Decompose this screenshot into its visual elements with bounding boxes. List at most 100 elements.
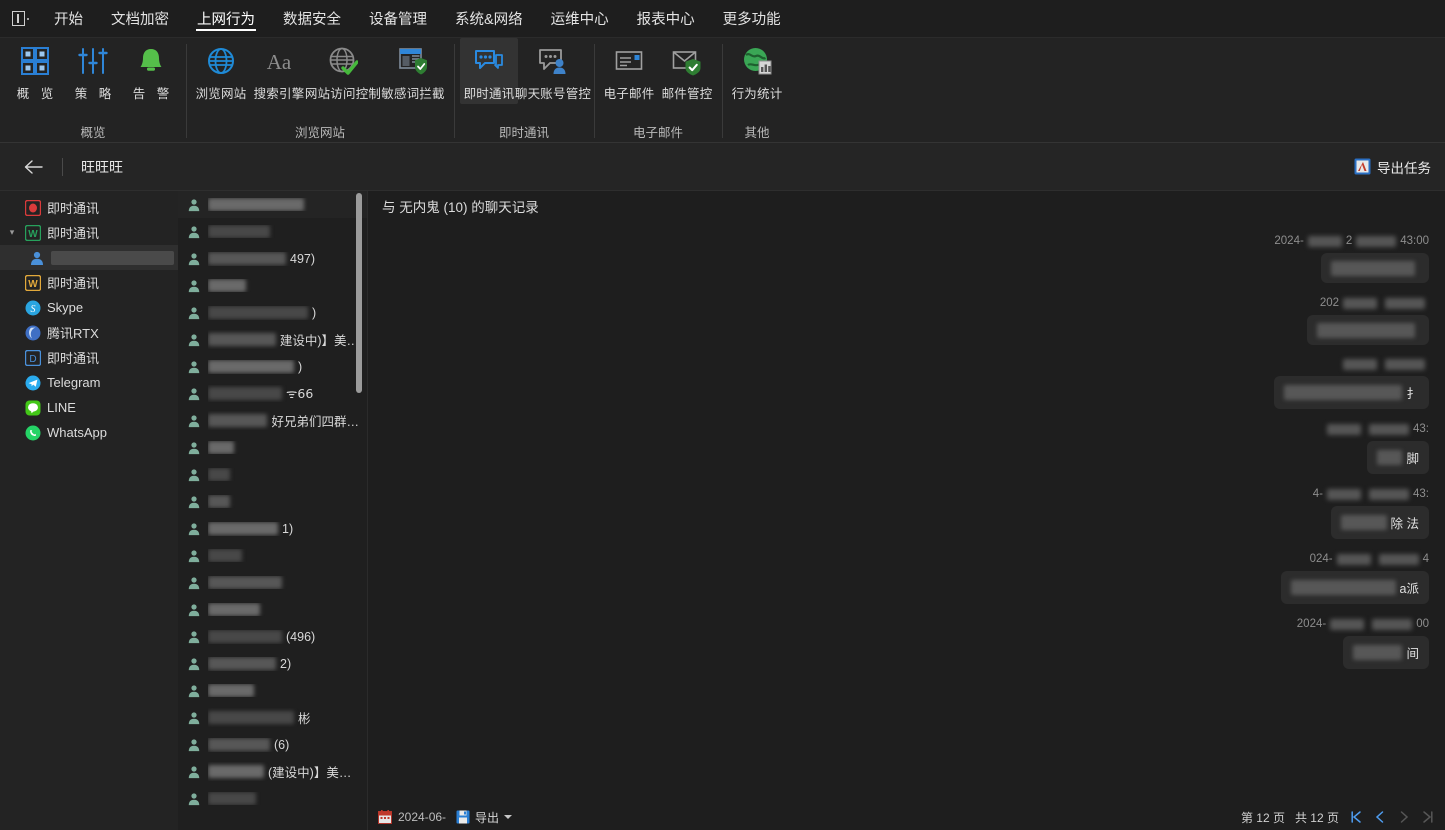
contact-list-item[interactable] — [178, 191, 367, 218]
tree-item-icon-wrap — [28, 249, 45, 266]
contact-list-item[interactable]: ᯤ𝟨𝟨 — [178, 380, 367, 407]
contact-list-item[interactable] — [178, 461, 367, 488]
tree-item-9[interactable]: WhatsApp — [0, 420, 178, 445]
chevron-down-icon[interactable]: ▾ — [6, 227, 18, 238]
contact-list-item[interactable]: ) — [178, 353, 367, 380]
wechat-icon: W — [24, 274, 41, 291]
chat-record-title: 与 无内鬼 (10) 的聊天记录 — [382, 200, 539, 215]
export-button[interactable]: 导出 — [456, 809, 513, 826]
tree-item-icon-wrap: D — [24, 349, 41, 366]
chat-message-text: 除 法 — [1390, 517, 1419, 531]
timestamp-redacted — [1369, 423, 1409, 435]
contact-list-item[interactable]: 好兄弟们四群… — [178, 407, 367, 434]
contact-list-item[interactable]: (6) — [178, 731, 367, 758]
contact-list-item[interactable]: 2) — [178, 650, 367, 677]
ribbon-button-grid-blocks[interactable]: 概 览 — [6, 38, 64, 104]
chat-message-bubble[interactable]: a派 — [1281, 571, 1429, 604]
menu-item-7[interactable]: 报表中心 — [623, 0, 709, 37]
chat-message-bubble[interactable]: 间 — [1343, 636, 1429, 669]
contact-name — [208, 198, 359, 211]
tree-item-1[interactable]: ▾ W 即时通讯 — [0, 220, 178, 245]
first-page-button[interactable] — [1349, 810, 1363, 824]
tree-item-5[interactable]: 腾讯RTX — [0, 320, 178, 345]
tree-item-6[interactable]: D 即时通讯 — [0, 345, 178, 370]
chat-message-bubble[interactable]: 扌 — [1274, 376, 1429, 409]
timestamp-redacted — [1385, 359, 1425, 370]
ribbon-button-mail-card[interactable]: 电子邮件 — [600, 38, 658, 104]
contact-name-redacted — [208, 792, 256, 805]
contact-list-item[interactable]: 彬 — [178, 704, 367, 731]
back-button[interactable] — [20, 154, 46, 180]
ribbon-button-globe-check[interactable]: 网站访问控制 — [305, 38, 381, 104]
menu-item-6[interactable]: 运维中心 — [537, 0, 623, 37]
chat-message-bubble[interactable]: 脚 — [1367, 441, 1429, 474]
chat-user-icon — [539, 49, 566, 74]
ribbon-button-globe-chart[interactable]: 行为统计 — [728, 38, 786, 104]
chat-message: 2024- 2 43:00 — [384, 235, 1429, 283]
contact-name-text: (496) — [286, 629, 316, 644]
contacts-scrollbar[interactable] — [356, 193, 362, 393]
ribbon-button-chat-bubbles[interactable]: 即时通讯 — [460, 38, 518, 104]
contact-name-text: ᯤ𝟨𝟨 — [286, 387, 314, 401]
tree-item-3[interactable]: W 即时通讯 — [0, 270, 178, 295]
contact-list-item[interactable]: (建设中)】美… — [178, 758, 367, 785]
ribbon-button-label: 敏感词拦截 — [381, 87, 445, 101]
tree-item-4[interactable]: S Skype — [0, 295, 178, 320]
tree-item-label: 即时通讯 — [47, 201, 100, 216]
ribbon-button-mail-shield[interactable]: 邮件管控 — [658, 38, 716, 104]
next-page-button[interactable] — [1397, 810, 1411, 824]
contact-name-text: 好兄弟们四群… — [271, 415, 359, 429]
menu-item-0[interactable]: 开始 — [40, 0, 97, 37]
ribbon-button-browser-shield[interactable]: 敏感词拦截 — [378, 38, 448, 104]
prev-page-button[interactable] — [1373, 810, 1387, 824]
tree-item-0[interactable]: 即时通讯 — [0, 195, 178, 220]
contact-list-item[interactable] — [178, 785, 367, 812]
contact-list-item[interactable]: 497) — [178, 245, 367, 272]
contact-list-item[interactable]: (496) — [178, 623, 367, 650]
contact-name-redacted — [208, 495, 230, 508]
timestamp-redacted — [1343, 359, 1377, 370]
tree-item-icon-wrap — [24, 199, 41, 216]
tree-item-8[interactable]: LINE — [0, 395, 178, 420]
contact-list-item[interactable] — [178, 488, 367, 515]
last-page-button[interactable] — [1421, 810, 1435, 824]
contact-list-item[interactable] — [178, 218, 367, 245]
tree-item-2[interactable] — [0, 245, 178, 270]
chat-message-bubble[interactable] — [1321, 253, 1429, 283]
chat-message-redacted-body — [1317, 322, 1415, 338]
menu-item-8[interactable]: 更多功能 — [709, 0, 795, 37]
timestamp-date-prefix: 024- — [1309, 553, 1333, 565]
contact-list-item[interactable] — [178, 596, 367, 623]
menu-item-2[interactable]: 上网行为 — [183, 0, 269, 37]
ribbon-button-icon-wrap — [672, 44, 702, 78]
menu-item-5[interactable]: 系统&网络 — [441, 0, 537, 37]
ribbon-button-bell[interactable]: 告 警 — [122, 38, 180, 104]
chat-message-timestamp: 2024- 2 43:00 — [1274, 235, 1429, 247]
ribbon-button-globe[interactable]: 浏览网站 — [192, 38, 250, 104]
chat-message-bubble[interactable]: 除 法 — [1331, 506, 1429, 539]
contact-list-item[interactable] — [178, 434, 367, 461]
contact-list-item[interactable] — [178, 677, 367, 704]
export-task-button[interactable]: 导出任务 — [1354, 157, 1431, 177]
contact-name-text: 1) — [282, 521, 294, 536]
chat-message-redacted-body — [1331, 260, 1415, 276]
ribbon-button-font-aa[interactable]: Aa 搜索引擎 — [250, 38, 308, 104]
contact-list-item[interactable]: ) — [178, 299, 367, 326]
tree-item-7[interactable]: Telegram — [0, 370, 178, 395]
contact-list-item[interactable]: 建设中)】美… — [178, 326, 367, 353]
contact-name-redacted — [208, 279, 246, 292]
menu-item-1[interactable]: 文档加密 — [97, 0, 183, 37]
menu-item-3[interactable]: 数据安全 — [269, 0, 355, 37]
svg-text:W: W — [28, 279, 38, 290]
contact-list-item[interactable] — [178, 272, 367, 299]
contact-list-item[interactable] — [178, 542, 367, 569]
ribbon-button-sliders[interactable]: 策 略 — [64, 38, 122, 104]
chat-message-bubble[interactable] — [1307, 315, 1429, 345]
contact-list-item[interactable] — [178, 569, 367, 596]
menu-item-4[interactable]: 设备管理 — [355, 0, 441, 37]
ribbon-button-chat-user[interactable]: 聊天账号管控 — [515, 38, 591, 104]
chat-message-text: 脚 — [1406, 452, 1419, 466]
app-menu-button[interactable] — [0, 0, 40, 37]
contact-list-item[interactable]: 1) — [178, 515, 367, 542]
date-picker[interactable]: 2024-06- — [378, 810, 446, 824]
